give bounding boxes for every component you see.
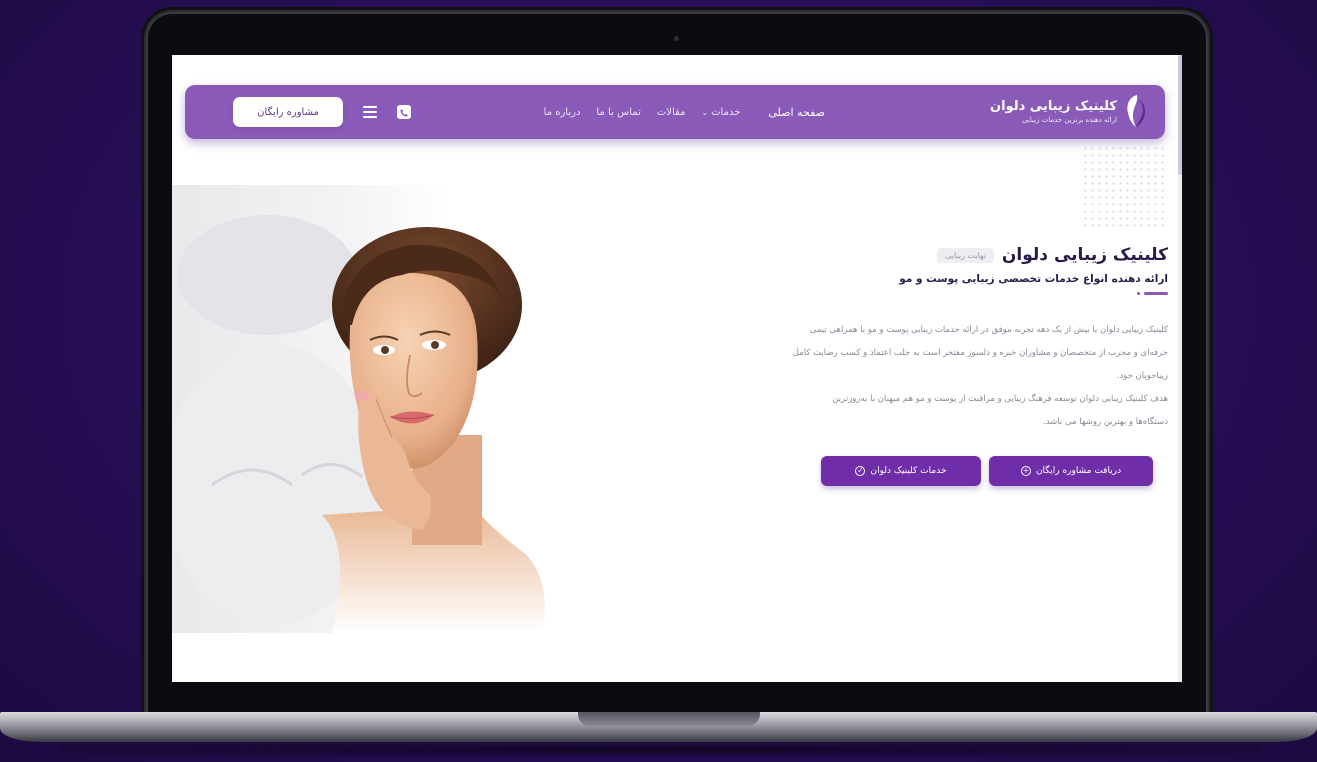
nav-links: صفحه اصلی خدمات ⌄ مقالات تماس با ما دربا… <box>544 85 825 139</box>
get-free-consultation-label: دریافت مشاوره رایگان <box>1035 466 1122 476</box>
woman-silhouette-logo-icon <box>1123 93 1147 129</box>
brand-tagline: ارائه دهنده برترین خدمات زیبایی <box>1022 115 1117 124</box>
brand-name: کلینیک زیبایی دلوان <box>990 98 1117 114</box>
website-screen: کلینیک زیبایی دلوان ارائه دهنده برترین خ… <box>172 55 1182 682</box>
scrollbar-thumb[interactable] <box>1178 55 1182 175</box>
camera <box>674 36 679 41</box>
nav-link-contact-label: تماس با ما <box>596 106 641 118</box>
nav-link-services-label: خدمات <box>711 106 741 118</box>
laptop-shadow <box>60 742 1260 756</box>
check-circle-icon: ✓ <box>855 466 866 476</box>
nav-link-about-label: درباره ما <box>543 106 581 118</box>
get-free-consultation-button[interactable]: دریافت مشاوره رایگان + <box>989 456 1153 486</box>
hero-paragraph-line: زیباجویان خود. <box>1116 371 1168 381</box>
plus-circle-icon: + <box>1020 466 1031 476</box>
chevron-down-icon: ⌄ <box>701 107 709 117</box>
hero-paragraph-line: کلینیک زیبایی دلوان با بیش از یک دهه تجر… <box>809 325 1168 335</box>
hero-description: کلینیک زیبایی دلوان با بیش از یک دهه تجر… <box>648 319 1168 434</box>
nav-link-articles[interactable]: مقالات <box>657 107 686 118</box>
navbar: کلینیک زیبایی دلوان ارائه دهنده برترین خ… <box>185 85 1165 139</box>
dot-pattern-decoration <box>1082 145 1164 229</box>
clinic-services-button[interactable]: خدمات کلینیک دلوان ✓ <box>821 456 981 486</box>
nav-link-home[interactable]: صفحه اصلی <box>768 106 825 119</box>
nav-link-about[interactable]: درباره ما <box>544 107 581 118</box>
title-underline-decoration <box>648 292 1168 295</box>
hero-section: کلینیک زیبایی دلوان نهایت زیبایی ارائه د… <box>648 245 1168 486</box>
nav-link-home-label: صفحه اصلی <box>768 105 825 119</box>
brand[interactable]: کلینیک زیبایی دلوان ارائه دهنده برترین خ… <box>990 93 1147 129</box>
hero-paragraph-line: دستگاه‌ها و بهترین روشها می باشد. <box>1043 417 1168 427</box>
clinic-services-label: خدمات کلینیک دلوان <box>870 466 947 476</box>
hero-subtitle: ارائه دهنده انواع خدمات تخصصی زیبایی پوس… <box>899 273 1168 285</box>
phone-icon[interactable] <box>397 105 411 119</box>
laptop-notch <box>578 712 760 726</box>
hamburger-menu-icon[interactable] <box>363 106 377 118</box>
nav-link-contact[interactable]: تماس با ما <box>596 107 640 118</box>
hero-paragraph-line: حرفه‌ای و مجرب از متخصصان و مشاوران خبره… <box>792 348 1168 358</box>
free-consultation-button[interactable]: مشاوره رایگان <box>233 97 343 127</box>
hero-paragraph-line: هدف کلینیک زیبایی دلوان توسعه فرهنگ زیبا… <box>832 394 1168 404</box>
page-scrollbar[interactable] <box>1178 55 1182 682</box>
hero-badge: نهایت زیبایی <box>937 247 994 263</box>
nav-link-articles-label: مقالات <box>656 106 686 118</box>
nav-tools: مشاوره رایگان <box>233 96 411 128</box>
hero-buttons: دریافت مشاوره رایگان + خدمات کلینیک دلوا… <box>648 456 1168 486</box>
hero-woman-image <box>172 185 552 633</box>
hero-title: کلینیک زیبایی دلوان <box>1001 245 1168 265</box>
nav-link-services[interactable]: خدمات ⌄ <box>701 107 740 118</box>
